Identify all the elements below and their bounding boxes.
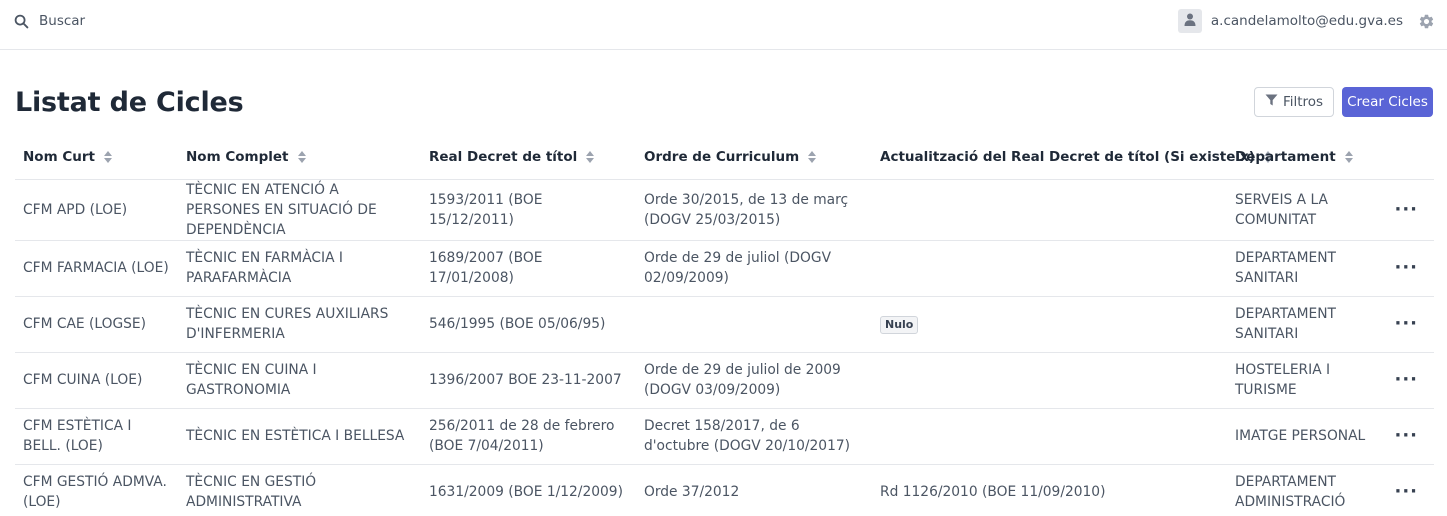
table-row[interactable]: CFM CUINA (LOE) TÈCNIC EN CUINA I GASTRO…: [15, 352, 1434, 409]
cell-nom-curt: CFM CAE (LOGSE): [15, 296, 178, 353]
sort-icon[interactable]: [808, 151, 817, 164]
table-header-row: Nom Curt Nom Complet Real Decret de títo…: [15, 136, 1434, 180]
cell-ordre: Orde de 29 de juliol de 2009 (DOGV 03/09…: [636, 352, 872, 409]
table-row[interactable]: CFM FARMACIA (LOE) TÈCNIC EN FARMÀCIA I …: [15, 240, 1434, 297]
table-row[interactable]: CFM CAE (LOGSE) TÈCNIC EN CURES AUXILIAR…: [15, 296, 1434, 353]
cell-real-decret: 256/2011 de 28 de febrero (BOE 7/04/2011…: [421, 408, 636, 465]
cell-nom-complet: TÈCNIC EN CUINA I GASTRONOMIA: [178, 352, 421, 409]
column-header-nom-curt[interactable]: Nom Curt: [15, 136, 178, 180]
more-options-icon[interactable]: ···: [1382, 427, 1426, 445]
more-options-icon[interactable]: ···: [1382, 483, 1426, 501]
cell-actions: ···: [1374, 408, 1434, 465]
sort-icon[interactable]: [1344, 151, 1353, 164]
more-options-icon[interactable]: ···: [1382, 259, 1426, 277]
cell-nom-curt: CFM FARMACIA (LOE): [15, 240, 178, 297]
column-header-actualitzacio[interactable]: Actualització del Real Decret de títol (…: [872, 136, 1272, 180]
cell-nom-curt: CFM APD (LOE): [15, 179, 178, 241]
cell-actualitzacio: Rd 1126/2010 (BOE 11/09/2010): [872, 464, 1227, 516]
cell-ordre: [636, 296, 872, 353]
more-options-icon[interactable]: ···: [1382, 315, 1426, 333]
cicles-table: Nom Curt Nom Complet Real Decret de títo…: [15, 136, 1434, 516]
cell-actualitzacio: [872, 408, 1227, 465]
cell-departament: HOSTELERIA I TURISME: [1227, 352, 1374, 409]
cell-nom-complet: TÈCNIC EN FARMÀCIA I PARAFARMÀCIA: [178, 240, 421, 297]
cell-actualitzacio: Nulo: [872, 296, 1227, 353]
cell-actions: ···: [1374, 296, 1434, 353]
column-header-label: Actualització del Real Decret de títol (…: [880, 149, 1255, 166]
filter-button-label: Filtros: [1282, 94, 1324, 110]
cell-ordre: Orde de 29 de juliol (DOGV 02/09/2009): [636, 240, 872, 297]
create-cicles-button[interactable]: Crear Cicles: [1342, 87, 1433, 117]
cell-departament: SERVEIS A LA COMUNITAT: [1227, 179, 1374, 241]
cell-nom-complet: TÈCNIC EN ESTÈTICA I BELLESA: [178, 408, 421, 465]
filter-icon: [1265, 94, 1278, 110]
cell-actions: ···: [1374, 464, 1434, 516]
null-badge: Nulo: [880, 316, 919, 334]
column-header-label: Ordre de Curriculum: [644, 149, 800, 166]
cell-actualitzacio: [872, 352, 1227, 409]
cell-nom-complet: TÈCNIC EN ATENCIÓ A PERSONES EN SITUACIÓ…: [178, 179, 421, 241]
sort-icon[interactable]: [297, 151, 306, 164]
column-header-ordre[interactable]: Ordre de Curriculum: [636, 136, 872, 180]
column-header-label: Real Decret de títol: [429, 149, 578, 166]
avatar[interactable]: [1177, 9, 1202, 33]
cell-real-decret: 546/1995 (BOE 05/06/95): [421, 296, 636, 353]
cell-actualitzacio: [872, 179, 1227, 241]
cell-nom-curt: CFM CUINA (LOE): [15, 352, 178, 409]
cell-actions: ···: [1374, 179, 1434, 241]
column-header-label: Nom Complet: [186, 149, 289, 166]
search-input[interactable]: [39, 13, 339, 29]
column-header-actions: [1374, 136, 1434, 180]
cell-real-decret: 1689/2007 (BOE 17/01/2008): [421, 240, 636, 297]
column-header-nom-complet[interactable]: Nom Complet: [178, 136, 421, 180]
cell-actions: ···: [1374, 352, 1434, 409]
user-menu[interactable]: a.candelamolto@edu.gva.es: [1177, 9, 1435, 33]
cell-departament: DEPARTAMENT ADMINISTRACIÓ: [1227, 464, 1374, 516]
column-header-label: Nom Curt: [23, 149, 95, 166]
cell-nom-curt: CFM GESTIÓ ADMVA. (LOE): [15, 464, 178, 516]
sort-icon[interactable]: [103, 151, 112, 164]
table-row[interactable]: CFM ESTÈTICA I BELL. (LOE) TÈCNIC EN EST…: [15, 408, 1434, 465]
cell-departament: DEPARTAMENT SANITARI: [1227, 240, 1374, 297]
cell-departament: IMATGE PERSONAL: [1227, 408, 1374, 465]
user-icon: [1184, 13, 1196, 30]
cell-real-decret: 1396/2007 BOE 23-11-2007: [421, 352, 636, 409]
cell-nom-curt: CFM ESTÈTICA I BELL. (LOE): [15, 408, 178, 465]
cell-departament: DEPARTAMENT SANITARI: [1227, 296, 1374, 353]
search-icon: [14, 14, 29, 29]
table-row[interactable]: CFM GESTIÓ ADMVA. (LOE) TÈCNIC EN GESTIÓ…: [15, 464, 1434, 516]
user-email[interactable]: a.candelamolto@edu.gva.es: [1211, 13, 1403, 29]
cell-actualitzacio: [872, 240, 1227, 297]
column-header-label: Departament: [1235, 149, 1336, 166]
cell-nom-complet: TÈCNIC EN GESTIÓ ADMINISTRATIVA: [178, 464, 421, 516]
cell-real-decret: 1593/2011 (BOE 15/12/2011): [421, 179, 636, 241]
cell-ordre: Orde 30/2015, de 13 de març (DOGV 25/03/…: [636, 179, 872, 241]
column-header-departament[interactable]: Departament: [1227, 136, 1374, 180]
cell-ordre: Decret 158/2017, de 6 d'octubre (DOGV 20…: [636, 408, 872, 465]
gear-icon[interactable]: [1418, 13, 1435, 30]
column-header-real-decret[interactable]: Real Decret de títol: [421, 136, 636, 180]
cell-ordre: Orde 37/2012: [636, 464, 872, 516]
table-row[interactable]: CFM APD (LOE) TÈCNIC EN ATENCIÓ A PERSON…: [15, 179, 1434, 241]
search-box[interactable]: [14, 11, 339, 31]
page-title: Listat de Cicles: [15, 87, 244, 118]
cell-nom-complet: TÈCNIC EN CURES AUXILIARS D'INFERMERIA: [178, 296, 421, 353]
sort-icon[interactable]: [586, 151, 595, 164]
filter-button[interactable]: Filtros: [1254, 87, 1334, 117]
more-options-icon[interactable]: ···: [1382, 371, 1426, 389]
cell-real-decret: 1631/2009 (BOE 1/12/2009): [421, 464, 636, 516]
more-options-icon[interactable]: ···: [1382, 200, 1426, 218]
top-bar: a.candelamolto@edu.gva.es: [0, 0, 1447, 50]
cell-actions: ···: [1374, 240, 1434, 297]
